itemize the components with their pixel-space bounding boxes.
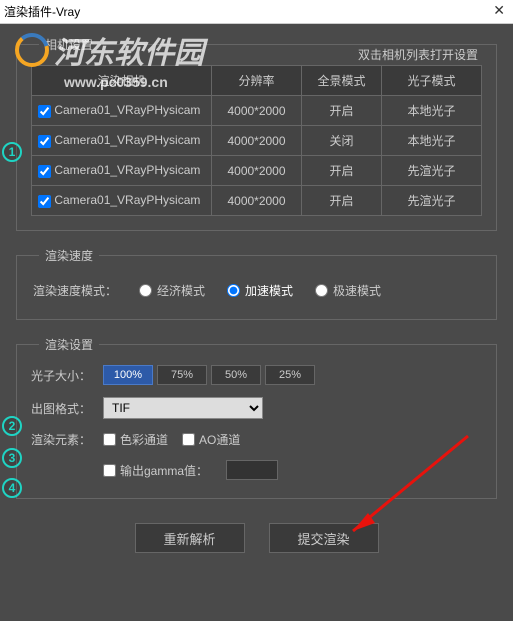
ao-channel-checkbox[interactable]: AO通道 bbox=[182, 431, 240, 448]
render-settings-group: 渲染设置 光子大小： 100%75%50%25% 出图格式： TIF 渲染元素：… bbox=[16, 336, 497, 499]
speed-option-extreme[interactable]: 极速模式 bbox=[315, 282, 381, 299]
gamma-input[interactable] bbox=[226, 460, 278, 480]
reparse-button[interactable]: 重新解析 bbox=[135, 523, 245, 553]
row-checkbox[interactable] bbox=[38, 195, 51, 208]
gamma-checkbox[interactable]: 输出gamma值： bbox=[103, 462, 208, 479]
table-row[interactable]: Camera01_VRayPHysicam4000*2000开启先渲光子 bbox=[32, 156, 482, 186]
badge-3: 3 bbox=[2, 448, 22, 468]
format-select[interactable]: TIF bbox=[103, 397, 263, 419]
th-photon: 光子模式 bbox=[382, 66, 482, 96]
speed-label: 渲染速度模式： bbox=[33, 282, 117, 299]
elements-label: 渲染元素： bbox=[31, 431, 103, 448]
badge-2: 2 bbox=[2, 416, 22, 436]
close-icon[interactable]: ✕ bbox=[493, 2, 505, 19]
submit-button[interactable]: 提交渲染 bbox=[269, 523, 379, 553]
camera-hint: 双击相机列表打开设置 bbox=[354, 46, 482, 63]
row-checkbox[interactable] bbox=[38, 135, 51, 148]
format-label: 出图格式： bbox=[31, 400, 103, 417]
render-settings-title: 渲染设置 bbox=[39, 336, 99, 353]
th-camera: 渲染相机 bbox=[32, 66, 212, 96]
th-res: 分辨率 bbox=[212, 66, 302, 96]
row-checkbox[interactable] bbox=[38, 165, 51, 178]
row-checkbox[interactable] bbox=[38, 105, 51, 118]
table-row[interactable]: Camera01_VRayPHysicam4000*2000开启本地光子 bbox=[32, 96, 482, 126]
table-row[interactable]: Camera01_VRayPHysicam4000*2000开启先渲光子 bbox=[32, 186, 482, 216]
camera-table[interactable]: 渲染相机 分辨率 全景模式 光子模式 Camera01_VRayPHysicam… bbox=[31, 65, 482, 216]
table-row[interactable]: Camera01_VRayPHysicam4000*2000关闭本地光子 bbox=[32, 126, 482, 156]
photon-size-50[interactable]: 50% bbox=[211, 365, 261, 385]
main-content: 1 2 3 4 相机设置 双击相机列表打开设置 渲染相机 分辨率 全景模式 光子… bbox=[0, 24, 513, 621]
title-bar: 渲染插件-Vray ✕ bbox=[0, 0, 513, 24]
camera-settings-title: 相机设置 bbox=[39, 36, 99, 53]
photon-size-75[interactable]: 75% bbox=[157, 365, 207, 385]
badge-4: 4 bbox=[2, 478, 22, 498]
photon-size-25[interactable]: 25% bbox=[265, 365, 315, 385]
speed-title: 渲染速度 bbox=[39, 247, 99, 264]
window-title: 渲染插件-Vray bbox=[4, 3, 80, 20]
speed-option-economy[interactable]: 经济模式 bbox=[139, 282, 205, 299]
th-pano: 全景模式 bbox=[302, 66, 382, 96]
color-channel-checkbox[interactable]: 色彩通道 bbox=[103, 431, 168, 448]
photon-size-100[interactable]: 100% bbox=[103, 365, 153, 385]
speed-option-accel[interactable]: 加速模式 bbox=[227, 282, 293, 299]
photon-size-label: 光子大小： bbox=[31, 367, 103, 384]
speed-group: 渲染速度 渲染速度模式： 经济模式 加速模式 极速模式 bbox=[16, 247, 497, 320]
camera-settings-group: 相机设置 双击相机列表打开设置 渲染相机 分辨率 全景模式 光子模式 Camer… bbox=[16, 36, 497, 231]
badge-1: 1 bbox=[2, 142, 22, 162]
